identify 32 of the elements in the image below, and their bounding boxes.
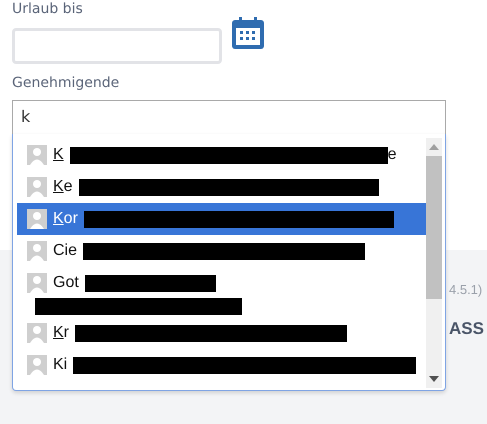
suggestion-name: Ki xyxy=(53,356,68,374)
suggestion-item[interactable]: K e xyxy=(17,139,426,171)
suggestion-item[interactable]: Ki xyxy=(17,349,426,381)
suggestion-name: Kor xyxy=(53,210,78,228)
suggestion-item[interactable]: Cie xyxy=(17,235,426,267)
suggestion-item[interactable]: Ke xyxy=(17,171,426,203)
avatar-icon xyxy=(27,323,47,343)
avatar-icon xyxy=(27,209,47,229)
suggestion-item[interactable]: Got xyxy=(17,267,426,299)
suggestion-name: K xyxy=(53,146,64,164)
scroll-down-icon[interactable] xyxy=(429,376,440,382)
version-text: 4.5.1) xyxy=(449,282,484,297)
suggestion-name: Cie xyxy=(53,242,78,260)
scroll-thumb[interactable] xyxy=(426,156,442,299)
calendar-icon[interactable] xyxy=(231,16,265,50)
avatar-icon xyxy=(27,241,47,261)
suggestion-item[interactable]: Kr xyxy=(17,317,426,349)
brand-text: ASS xyxy=(449,319,485,339)
field-label: Urlaub bis xyxy=(12,0,84,18)
avatar-icon xyxy=(27,177,47,197)
suggestion-name: Kr xyxy=(53,324,69,342)
suggestion-name: Got xyxy=(53,274,79,292)
suggestion-name-end: e xyxy=(388,146,397,164)
scrollbar[interactable] xyxy=(426,138,442,388)
suggestion-item[interactable]: Kor xyxy=(17,203,426,235)
suggestion-name: Ke xyxy=(53,178,73,196)
date-input[interactable] xyxy=(12,28,222,64)
avatar-icon xyxy=(27,145,47,165)
avatar-icon xyxy=(27,273,47,293)
field-label: Genehmigende xyxy=(12,74,120,92)
scroll-up-icon[interactable] xyxy=(429,144,440,150)
avatar-icon xyxy=(27,355,47,375)
